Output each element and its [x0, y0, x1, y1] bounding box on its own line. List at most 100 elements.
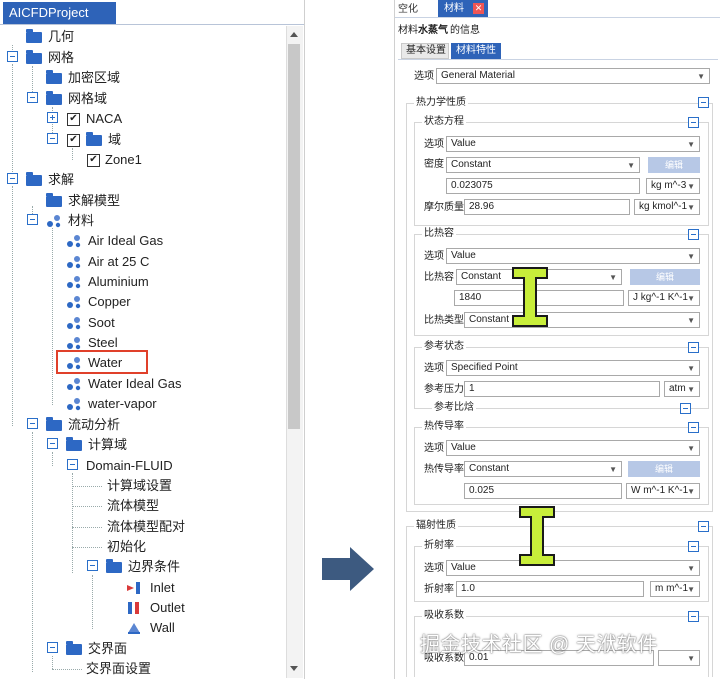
collapse-icon[interactable]	[688, 611, 699, 622]
tree-item-solve[interactable]: 求解	[0, 170, 280, 190]
collapse-toggle-icon[interactable]	[47, 642, 58, 653]
tree-item-interface[interactable]: 交界面	[0, 639, 280, 659]
cp-option-select[interactable]: Value ▼	[446, 248, 700, 264]
tab-material[interactable]: 材料 ✕	[438, 0, 488, 17]
tree-item-interface-settings[interactable]: 交界面设置	[0, 659, 280, 679]
tc-value-input[interactable]: 0.025	[464, 483, 622, 499]
tree-item-inlet[interactable]: Inlet	[0, 578, 280, 598]
cp-label: 比热容	[424, 272, 454, 283]
close-icon[interactable]: ✕	[473, 3, 484, 14]
tree-item-outlet[interactable]: Outlet	[0, 598, 280, 618]
molar-mass-input[interactable]: 28.96	[464, 199, 630, 215]
tree-item-label: 加密区域	[68, 70, 121, 85]
collapse-toggle-icon[interactable]	[7, 51, 18, 62]
rad-title: 辐射性质	[414, 519, 458, 533]
ref-enthalpy-label: 参考比焓	[432, 401, 476, 415]
tree-item-copper[interactable]: Copper	[0, 292, 280, 312]
collapse-icon[interactable]	[698, 97, 709, 108]
cp-type-select[interactable]: Constant P ▼	[464, 312, 700, 328]
checkbox-checked-icon[interactable]: ✔	[87, 154, 100, 167]
tree-item-water-vapor[interactable]: water-vapor	[0, 394, 280, 414]
collapse-icon[interactable]	[688, 342, 699, 353]
collapse-icon[interactable]	[688, 422, 699, 433]
collapse-icon[interactable]	[688, 117, 699, 128]
collapse-toggle-icon[interactable]	[67, 459, 78, 470]
scroll-up-icon[interactable]	[290, 32, 298, 37]
refr-option-select[interactable]: Value ▼	[446, 560, 700, 576]
abs-unit-select[interactable]: ▼	[658, 650, 700, 666]
tc-option-select[interactable]: Value ▼	[446, 440, 700, 456]
tree-item-naca[interactable]: ✔ NACA	[0, 109, 280, 129]
tc-title: 热传导率	[422, 420, 466, 434]
tab-cavitation[interactable]: 空化	[398, 2, 418, 18]
tree-item-initialization[interactable]: 初始化	[0, 537, 280, 557]
ref-option-select[interactable]: Specified Point ▼	[446, 360, 700, 376]
density-unit-select[interactable]: kg m^-3 ▼	[646, 178, 700, 194]
subtab-basic-settings[interactable]: 基本设置	[401, 43, 449, 59]
abs-title: 吸收系数	[422, 609, 466, 623]
tc-edit-button[interactable]: 编辑	[628, 461, 700, 477]
tree-item-air-25c[interactable]: Air at 25 C	[0, 252, 280, 272]
scroll-down-icon[interactable]	[290, 666, 298, 671]
collapse-icon[interactable]	[688, 541, 699, 552]
tree-item-fluid-model[interactable]: 流体模型	[0, 496, 280, 516]
tree-item-mesh-domain[interactable]: 网格域	[0, 89, 280, 109]
cp-type-label: 比热类型	[424, 315, 464, 326]
tree-item-geometry[interactable]: 几何	[0, 27, 280, 47]
tree-item-zone1[interactable]: ✔ Zone1	[0, 150, 280, 170]
project-tab[interactable]: AICFDProject	[3, 2, 116, 24]
tree-item-wall[interactable]: Wall	[0, 618, 280, 638]
expand-toggle-icon[interactable]	[47, 112, 58, 123]
collapse-toggle-icon[interactable]	[27, 418, 38, 429]
ref-pressure-unit-select[interactable]: atm ▼	[664, 381, 700, 397]
collapse-toggle-icon[interactable]	[27, 92, 38, 103]
eos-option-select[interactable]: Value ▼	[446, 136, 700, 152]
tree-item-materials[interactable]: 材料	[0, 211, 280, 231]
material-option-select[interactable]: General Material ▼	[436, 68, 710, 84]
tree-item-soot[interactable]: Soot	[0, 313, 280, 333]
option-label: 选项	[414, 71, 434, 82]
molar-mass-unit-select[interactable]: kg kmol^-1 ▼	[634, 199, 700, 215]
collapse-icon[interactable]	[698, 521, 709, 532]
select-value: Constant	[451, 159, 492, 170]
checkbox-checked-icon[interactable]: ✔	[67, 134, 80, 147]
collapse-toggle-icon[interactable]	[7, 173, 18, 184]
tree-item-fluid-model-pairing[interactable]: 流体模型配对	[0, 517, 280, 537]
tree-item-air-ideal-gas[interactable]: Air Ideal Gas	[0, 231, 280, 251]
cp-edit-button[interactable]: 编辑	[630, 269, 700, 285]
chevron-down-icon: ▼	[697, 72, 705, 81]
tree-item-compute-domain[interactable]: 计算域	[0, 435, 280, 455]
tree-item-domain-fluid[interactable]: Domain-FLUID	[0, 456, 280, 476]
collapse-toggle-icon[interactable]	[27, 214, 38, 225]
tree-item-domain[interactable]: ✔ 域	[0, 130, 280, 150]
tree-item-boundary-conditions[interactable]: 边界条件	[0, 557, 280, 577]
chevron-down-icon: ▼	[687, 487, 695, 496]
collapse-icon[interactable]	[688, 229, 699, 240]
collapse-icon[interactable]	[680, 403, 691, 414]
select-value: W m^-1 K^-1	[631, 485, 689, 496]
checkbox-checked-icon[interactable]: ✔	[67, 113, 80, 126]
tree-item-flow-analysis[interactable]: 流动分析	[0, 415, 280, 435]
density-value-input[interactable]: 0.023075	[446, 178, 640, 194]
tree-item-water-ideal-gas[interactable]: Water Ideal Gas	[0, 374, 280, 394]
cp-unit-select[interactable]: J kg^-1 K^-1 ▼	[628, 290, 700, 306]
ref-pressure-input[interactable]: 1	[464, 381, 660, 397]
tree-item-domain-settings[interactable]: 计算域设置	[0, 476, 280, 496]
collapse-toggle-icon[interactable]	[47, 133, 58, 144]
refr-value-input[interactable]: 1.0	[456, 581, 644, 597]
tc-unit-select[interactable]: W m^-1 K^-1 ▼	[626, 483, 700, 499]
subtab-material-properties[interactable]: 材料特性	[451, 43, 501, 59]
tree-item-solver-model[interactable]: 求解模型	[0, 191, 280, 211]
collapse-toggle-icon[interactable]	[87, 560, 98, 571]
tree-item-label: 几何	[48, 29, 75, 44]
collapse-toggle-icon[interactable]	[47, 438, 58, 449]
tc-mode-select[interactable]: Constant ▼	[464, 461, 622, 477]
density-edit-button[interactable]: 编辑	[648, 157, 700, 173]
tree-item-aluminium[interactable]: Aluminium	[0, 272, 280, 292]
tree-scrollbar-thumb[interactable]	[288, 44, 300, 429]
tab-strip-line	[395, 17, 720, 18]
refr-unit-select[interactable]: m m^-1 ▼	[650, 581, 700, 597]
tree-item-refinement-region[interactable]: 加密区域	[0, 68, 280, 88]
tree-item-mesh[interactable]: 网格	[0, 48, 280, 68]
density-mode-select[interactable]: Constant ▼	[446, 157, 640, 173]
